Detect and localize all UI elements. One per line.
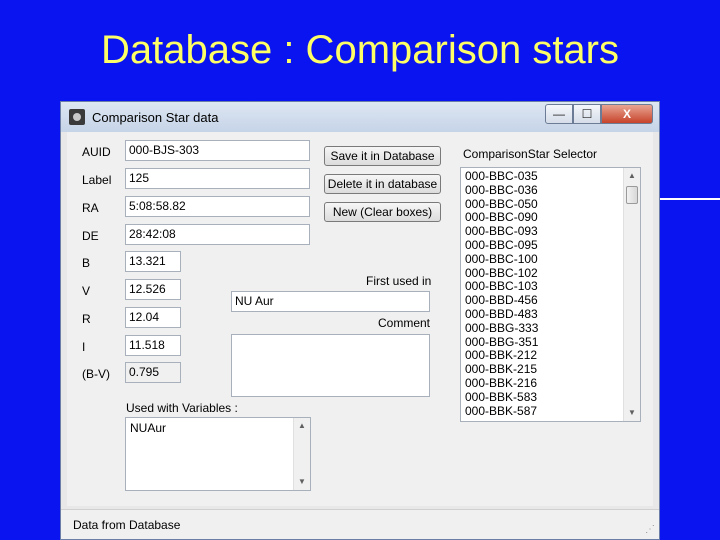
new-clear-button[interactable]: New (Clear boxes) bbox=[324, 202, 441, 222]
maximize-button[interactable]: ☐ bbox=[573, 104, 601, 124]
used-with-scrollbar[interactable]: ▲ ▼ bbox=[293, 418, 310, 490]
i-input[interactable]: 11.518 bbox=[125, 335, 181, 356]
b-label: B bbox=[82, 256, 91, 270]
r-input[interactable]: 12.04 bbox=[125, 307, 181, 328]
i-label: I bbox=[82, 340, 86, 354]
comparison-star-window: Comparison Star data — ☐ X AUID Label RA… bbox=[60, 101, 660, 540]
save-button[interactable]: Save it in Database bbox=[324, 146, 441, 166]
list-item[interactable]: 000-BBK-587 bbox=[465, 404, 538, 419]
status-bar: Data from Database ⋰ bbox=[61, 509, 659, 539]
label-input[interactable]: 125 bbox=[125, 168, 310, 189]
delete-button[interactable]: Delete it in database bbox=[324, 174, 441, 194]
window-titlebar[interactable]: Comparison Star data — ☐ X bbox=[61, 102, 659, 132]
selector-label: ComparisonStar Selector bbox=[463, 147, 598, 161]
window-title: Comparison Star data bbox=[92, 110, 219, 125]
used-with-textarea[interactable]: NUAur ▲ ▼ bbox=[125, 417, 311, 491]
resize-grip-icon[interactable]: ⋰ bbox=[645, 524, 655, 535]
de-input[interactable]: 28:42:08 bbox=[125, 224, 310, 245]
r-label: R bbox=[82, 312, 91, 326]
list-item[interactable]: 000-BBC-100 bbox=[465, 252, 538, 267]
list-item[interactable]: 000-BBG-351 bbox=[465, 335, 538, 350]
list-item[interactable]: 000-BBC-093 bbox=[465, 224, 538, 239]
list-item[interactable]: 000-BBD-456 bbox=[465, 293, 538, 308]
form-area: AUID Label RA DE B V R I (B-V) 000-BJS-3… bbox=[67, 132, 653, 506]
list-item[interactable]: 000-BBK-583 bbox=[465, 390, 538, 405]
comparison-star-listbox[interactable]: 000-BBC-035 000-BBC-036 000-BBC-050 000-BBC… bbox=[460, 167, 641, 422]
list-item[interactable]: 000-BBC-050 bbox=[465, 197, 538, 212]
label-label: Label bbox=[82, 173, 112, 187]
auid-input[interactable]: 000-BJS-303 bbox=[125, 140, 310, 161]
bv-label: (B-V) bbox=[82, 367, 110, 381]
list-item[interactable]: 000-BBC-035 bbox=[465, 169, 538, 184]
first-used-input[interactable]: NU Aur bbox=[231, 291, 430, 312]
list-item[interactable]: 000-BBC-090 bbox=[465, 211, 538, 225]
scroll-down-icon[interactable]: ▼ bbox=[294, 474, 310, 490]
list-item[interactable]: 000-BBK-212 bbox=[465, 349, 538, 363]
scroll-thumb[interactable] bbox=[626, 186, 638, 204]
v-label: V bbox=[82, 284, 91, 298]
comment-textarea[interactable] bbox=[231, 334, 430, 397]
app-icon bbox=[69, 109, 85, 125]
ra-label: RA bbox=[82, 201, 99, 215]
list-item[interactable]: 000-BBG-333 bbox=[465, 321, 538, 336]
ra-input[interactable]: 5:08:58.82 bbox=[125, 196, 310, 217]
minimize-button[interactable]: — bbox=[545, 104, 573, 124]
list-item[interactable]: 000-BBK-216 bbox=[465, 376, 538, 391]
comment-label: Comment bbox=[378, 316, 431, 330]
listbox-scrollbar[interactable]: ▲ ▼ bbox=[623, 168, 640, 421]
b-input[interactable]: 13.321 bbox=[125, 251, 181, 272]
used-with-value: NUAur bbox=[130, 421, 167, 435]
close-button[interactable]: X bbox=[601, 104, 653, 124]
v-input[interactable]: 12.526 bbox=[125, 279, 181, 300]
auid-label: AUID bbox=[82, 145, 111, 159]
scroll-down-icon[interactable]: ▼ bbox=[624, 405, 640, 421]
used-with-label: Used with Variables : bbox=[126, 401, 238, 415]
list-item[interactable]: 000-BBC-095 bbox=[465, 238, 538, 253]
list-item[interactable]: 000-BBC-103 bbox=[465, 280, 538, 294]
scroll-up-icon[interactable]: ▲ bbox=[294, 418, 310, 434]
list-item[interactable]: 000-BBC-102 bbox=[465, 266, 538, 281]
first-used-label: First used in bbox=[366, 274, 432, 288]
slide-title: Database : Comparison stars bbox=[100, 28, 619, 72]
list-item[interactable]: 000-BBK-215 bbox=[465, 362, 538, 377]
status-text: Data from Database bbox=[73, 518, 181, 532]
list-item[interactable]: 000-BBD-483 bbox=[465, 307, 538, 322]
listbox-items: 000-BBC-035 000-BBC-036 000-BBC-050 000-BBC… bbox=[465, 169, 538, 419]
decorative-line bbox=[660, 198, 720, 200]
list-item[interactable]: 000-BBC-036 bbox=[465, 183, 538, 198]
bv-value: 0.795 bbox=[125, 362, 181, 383]
de-label: DE bbox=[82, 229, 99, 243]
scroll-up-icon[interactable]: ▲ bbox=[624, 168, 640, 184]
